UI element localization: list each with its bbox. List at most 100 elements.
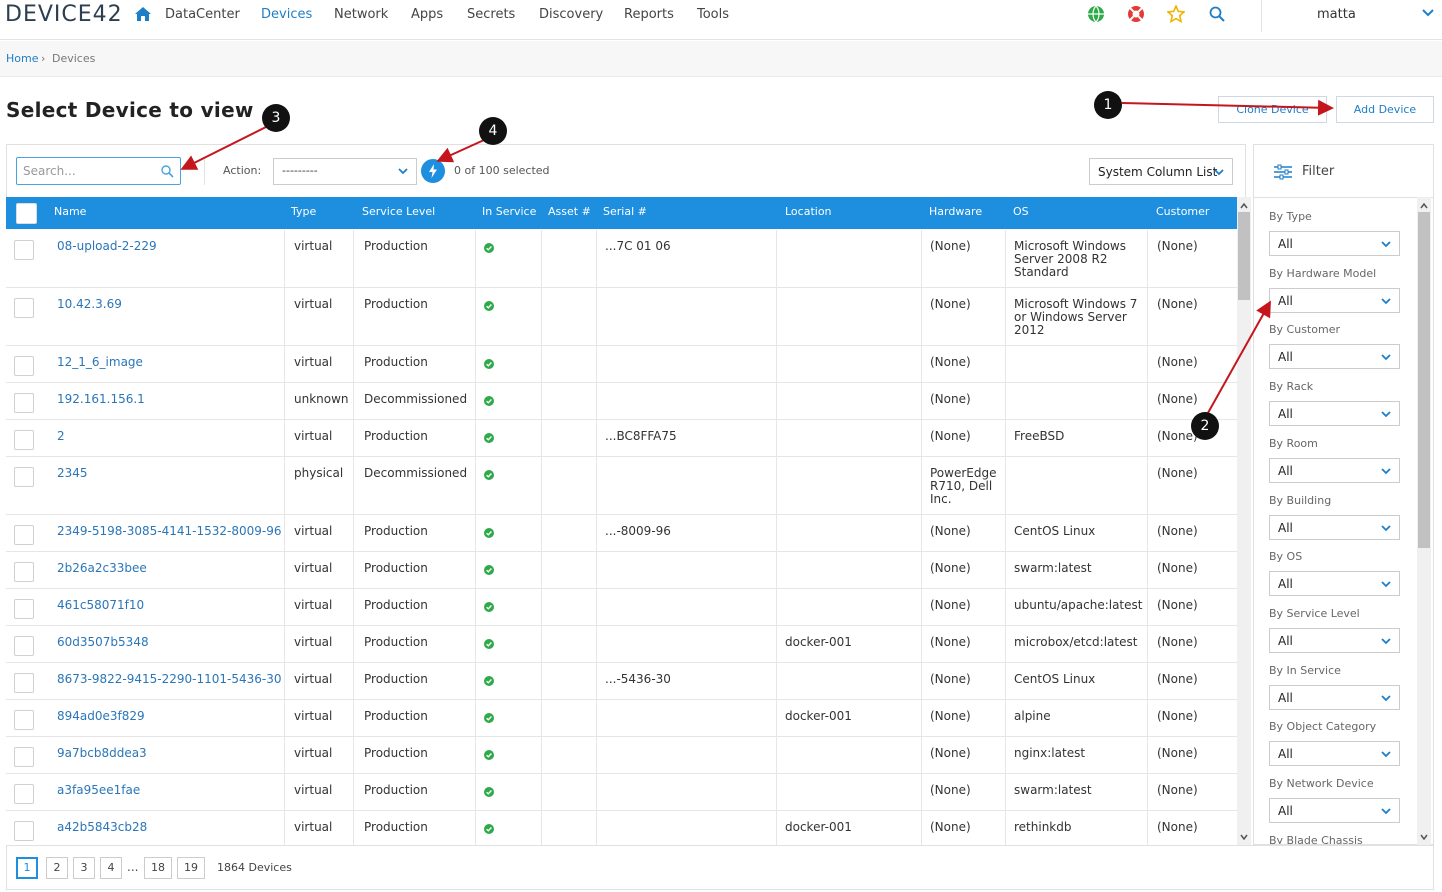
filter-select[interactable]: All [1269, 798, 1400, 823]
row-checkbox[interactable] [14, 784, 34, 804]
nav-discovery[interactable]: Discovery [539, 7, 603, 22]
col-hardware[interactable]: Hardware [929, 205, 982, 218]
filter-select[interactable]: All [1269, 514, 1400, 540]
scroll-down-icon[interactable] [1240, 834, 1248, 840]
col-asset[interactable]: Asset # [548, 205, 591, 218]
page-button-current[interactable]: 1 [16, 857, 38, 879]
device-name-link[interactable]: 10.42.3.69 [57, 298, 122, 311]
filter-scrollbar-thumb[interactable] [1418, 212, 1430, 548]
filter-label[interactable]: Filter [1302, 164, 1334, 179]
row-checkbox[interactable] [14, 525, 34, 545]
device-name-link[interactable]: a42b5843cb28 [57, 821, 147, 834]
col-serial[interactable]: Serial # [603, 205, 647, 218]
scroll-up-icon[interactable] [1240, 203, 1248, 209]
table-row[interactable]: 9a7bcb8ddea3 virtual Production (None) nginx… [6, 737, 1237, 774]
row-checkbox[interactable] [14, 673, 34, 693]
search-icon[interactable] [160, 164, 174, 178]
row-checkbox[interactable] [14, 240, 34, 260]
globe-icon[interactable] [1087, 5, 1105, 23]
table-row[interactable]: 12_1_6_image virtual Production (None) (None… [6, 346, 1237, 383]
table-row[interactable]: 461c58071f10 virtual Production (None) ubunt… [6, 589, 1237, 626]
nav-reports[interactable]: Reports [624, 7, 674, 22]
page-button[interactable]: 2 [46, 857, 68, 879]
device-name-link[interactable]: 2b26a2c33bee [57, 562, 147, 575]
chevron-down-icon[interactable] [1422, 8, 1434, 18]
row-checkbox[interactable] [14, 393, 34, 413]
row-checkbox[interactable] [14, 298, 34, 318]
page-button[interactable]: 3 [73, 857, 95, 879]
filter-select[interactable]: All [1269, 344, 1400, 370]
row-checkbox[interactable] [14, 747, 34, 767]
table-row[interactable]: 192.161.156.1 unknown Decommissioned (None)… [6, 383, 1237, 420]
device-name-link[interactable]: 9a7bcb8ddea3 [57, 747, 147, 760]
device-name-link[interactable]: 2349-5198-3085-4141-1532-8009-96 [57, 525, 281, 538]
row-checkbox[interactable] [14, 821, 34, 841]
table-row[interactable]: 894ad0e3f829 virtual Production docker-001 (… [6, 700, 1237, 737]
col-type[interactable]: Type [291, 205, 316, 218]
row-checkbox[interactable] [14, 562, 34, 582]
col-service-level[interactable]: Service Level [362, 205, 435, 218]
device-name-link[interactable]: 461c58071f10 [57, 599, 144, 612]
action-select[interactable]: --------- [273, 158, 417, 185]
row-checkbox[interactable] [14, 636, 34, 656]
device42-logo[interactable]: DEVICE42 [5, 2, 123, 27]
table-row[interactable]: 2345 physical Decommissioned PowerEdge R710… [6, 457, 1237, 515]
device-name-link[interactable]: 2 [57, 430, 65, 443]
table-row[interactable]: 10.42.3.69 virtual Production (None) Microso… [6, 288, 1237, 346]
nav-network[interactable]: Network [334, 7, 388, 22]
device-name-link[interactable]: 60d3507b5348 [57, 636, 149, 649]
table-row[interactable]: 08-upload-2-229 virtual Production ...7C 01… [6, 230, 1237, 288]
row-checkbox[interactable] [14, 710, 34, 730]
filter-select[interactable]: All [1269, 627, 1400, 653]
table-row[interactable]: a42b5843cb28 virtual Production docker-001 (… [6, 811, 1237, 845]
scroll-down-icon[interactable] [1420, 834, 1428, 840]
page-button[interactable]: 4 [100, 857, 122, 879]
table-row[interactable]: 8673-9822-9415-2290-1101-5436-30 virtual P… [6, 663, 1237, 700]
user-menu[interactable]: matta [1317, 7, 1356, 22]
filter-select[interactable]: All [1269, 741, 1400, 767]
device-name-link[interactable]: 08-upload-2-229 [57, 240, 157, 253]
nav-devices[interactable]: Devices [261, 7, 312, 22]
star-icon[interactable] [1167, 5, 1185, 23]
table-row[interactable]: a3fa95ee1fae virtual Production (None) swarm… [6, 774, 1237, 811]
run-action-button[interactable] [421, 159, 445, 183]
nav-tools[interactable]: Tools [697, 7, 729, 22]
nav-apps[interactable]: Apps [411, 7, 443, 22]
breadcrumb-home[interactable]: Home [6, 52, 38, 65]
lifebuoy-icon[interactable] [1127, 5, 1145, 23]
nav-datacenter[interactable]: DataCenter [165, 7, 240, 22]
table-row[interactable]: 2b26a2c33bee virtual Production (None) swarm… [6, 552, 1237, 589]
nav-secrets[interactable]: Secrets [467, 7, 515, 22]
device-name-link[interactable]: 192.161.156.1 [57, 393, 145, 406]
col-os[interactable]: OS [1013, 205, 1029, 218]
search-box[interactable] [16, 157, 181, 185]
add-device-button[interactable]: Add Device [1336, 96, 1434, 123]
table-row[interactable]: 2349-5198-3085-4141-1532-8009-96 virtual P… [6, 515, 1237, 552]
table-scrollbar-thumb[interactable] [1238, 212, 1250, 300]
page-button[interactable]: 18 [144, 857, 172, 879]
sliders-icon[interactable] [1273, 164, 1293, 180]
column-list-select[interactable]: System Column List [1089, 158, 1233, 185]
device-name-link[interactable]: a3fa95ee1fae [57, 784, 140, 797]
filter-select[interactable]: All [1269, 287, 1400, 313]
filter-select[interactable]: All [1269, 231, 1400, 256]
table-row[interactable]: 60d3507b5348 virtual Production docker-001 (… [6, 626, 1237, 663]
scroll-up-icon[interactable] [1420, 203, 1428, 209]
device-name-link[interactable]: 2345 [57, 467, 88, 480]
col-location[interactable]: Location [785, 205, 832, 218]
row-checkbox[interactable] [14, 356, 34, 376]
device-name-link[interactable]: 12_1_6_image [57, 356, 143, 369]
filter-select[interactable]: All [1269, 457, 1400, 483]
col-customer[interactable]: Customer [1156, 205, 1209, 218]
filter-select[interactable]: All [1269, 684, 1400, 710]
col-name[interactable]: Name [54, 205, 86, 218]
search-input[interactable] [23, 163, 153, 179]
device-name-link[interactable]: 8673-9822-9415-2290-1101-5436-30 [57, 673, 281, 686]
page-button[interactable]: 19 [177, 857, 205, 879]
clone-device-button[interactable]: Clone Device [1218, 96, 1327, 123]
row-checkbox[interactable] [14, 430, 34, 450]
filter-select[interactable]: All [1269, 571, 1400, 597]
device-name-link[interactable]: 894ad0e3f829 [57, 710, 145, 723]
select-all-checkbox[interactable] [16, 203, 37, 224]
filter-select[interactable]: All [1269, 401, 1400, 427]
